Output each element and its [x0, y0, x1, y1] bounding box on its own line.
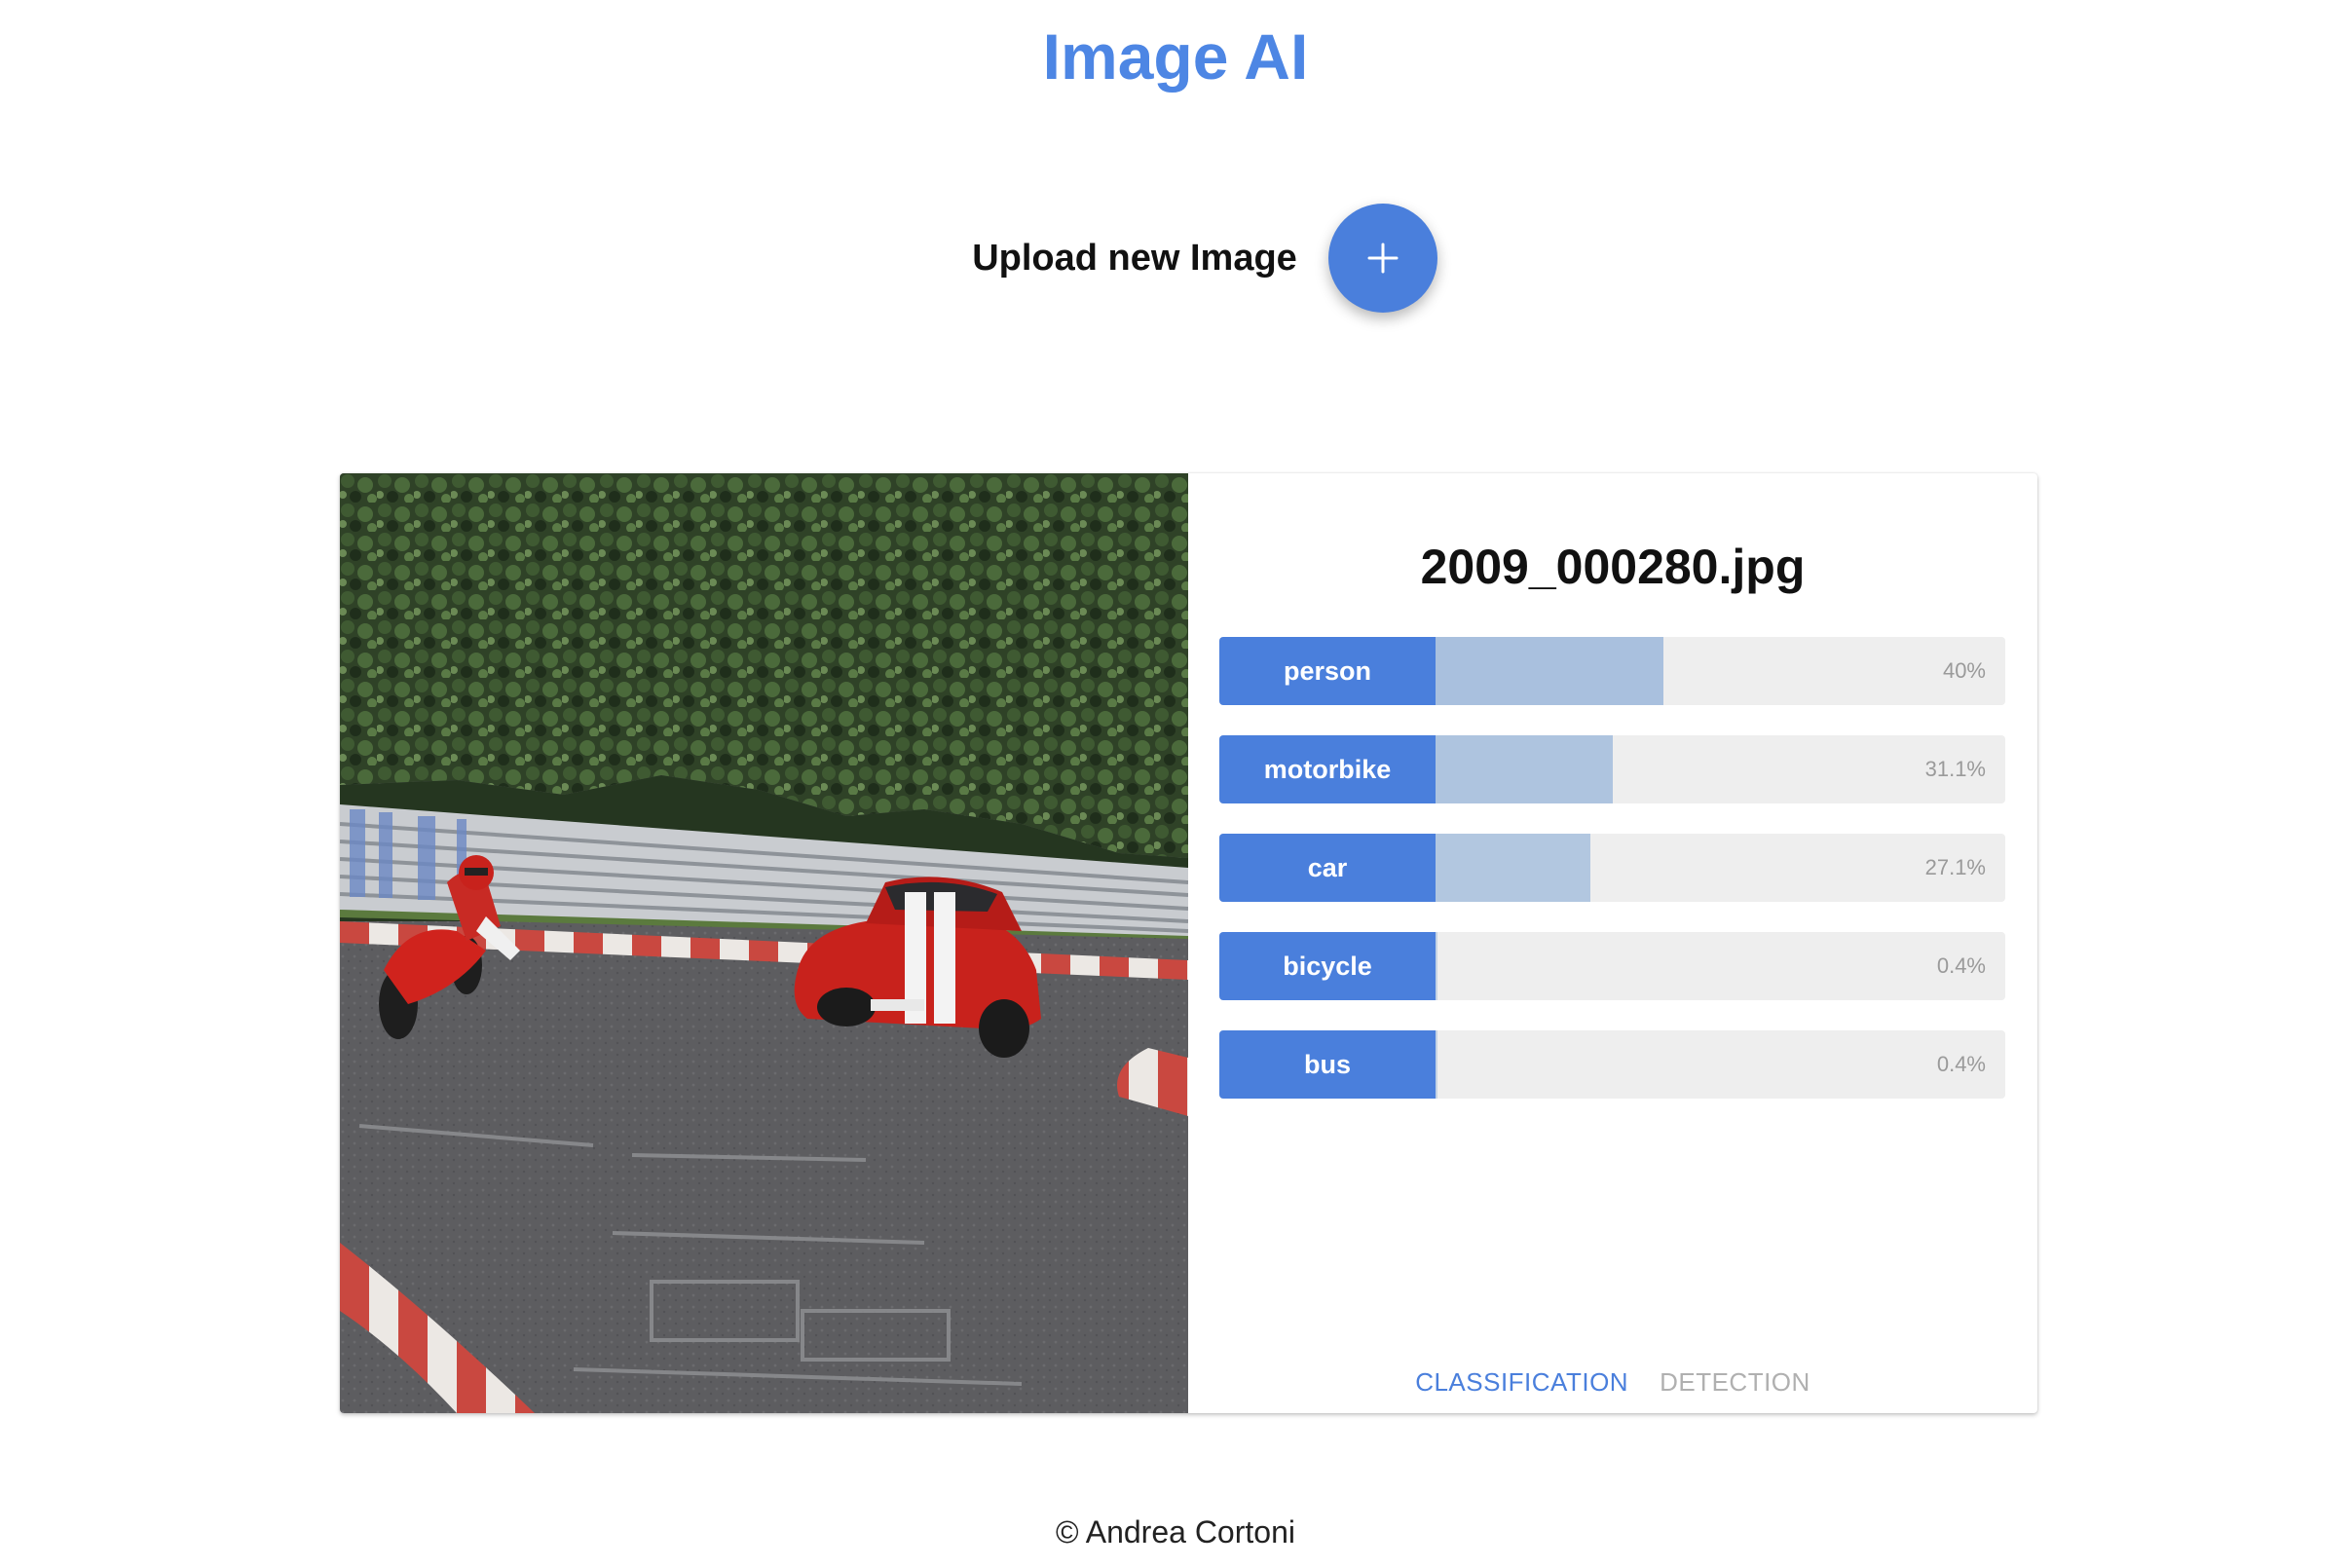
prediction-row: bus 0.4% — [1219, 1030, 2005, 1099]
prediction-label: motorbike — [1219, 735, 1436, 803]
page: Image AI Upload new Image 2009_000280.jp… — [0, 0, 2351, 1568]
upload-label: Upload new Image — [972, 237, 1297, 279]
prediction-row: motorbike 31.1% — [1219, 735, 2005, 803]
prediction-value: 27.1% — [1924, 855, 1986, 879]
result-card: 2009_000280.jpg person 40% motorbike 31.1% c… — [340, 473, 2037, 1413]
prediction-row: person 40% — [1219, 637, 2005, 705]
footer-credit: © Andrea Cortoni — [1056, 1514, 1295, 1549]
uploaded-photo — [340, 473, 1188, 1413]
prediction-list: person 40% motorbike 31.1% car 27.1% bicycle 0.… — [1219, 637, 2005, 1129]
classification-panel: 2009_000280.jpg person 40% motorbike 31.1% c… — [1188, 473, 2037, 1413]
prediction-label: bus — [1219, 1030, 1436, 1099]
prediction-label: car — [1219, 834, 1436, 902]
file-name: 2009_000280.jpg — [1420, 540, 1806, 594]
prediction-value: 31.1% — [1924, 757, 1986, 781]
prediction-value: 0.4% — [1936, 1052, 1986, 1076]
prediction-value: 0.4% — [1936, 953, 1986, 978]
prediction-value: 40% — [1942, 658, 1986, 683]
race-track-photo — [340, 473, 1188, 1413]
prediction-fill — [1436, 637, 1663, 705]
prediction-row: car 27.1% — [1219, 834, 2005, 902]
tab-detection[interactable]: DETECTION — [1644, 1367, 1826, 1398]
prediction-fill — [1436, 834, 1590, 902]
prediction-fill — [1436, 735, 1613, 803]
result-tabs: CLASSIFICATION DETECTION — [1188, 1367, 2037, 1398]
prediction-fill — [1436, 1030, 1437, 1099]
upload-button[interactable] — [1327, 204, 1437, 313]
tab-classification[interactable]: CLASSIFICATION — [1399, 1367, 1644, 1398]
prediction-fill — [1436, 932, 1437, 1000]
app-title: Image AI — [1042, 20, 1309, 93]
prediction-label: bicycle — [1219, 932, 1436, 1000]
prediction-label: person — [1219, 637, 1436, 705]
prediction-row: bicycle 0.4% — [1219, 932, 2005, 1000]
plus-icon — [1367, 243, 1399, 274]
upload-row: Upload new Image — [0, 203, 2351, 314]
